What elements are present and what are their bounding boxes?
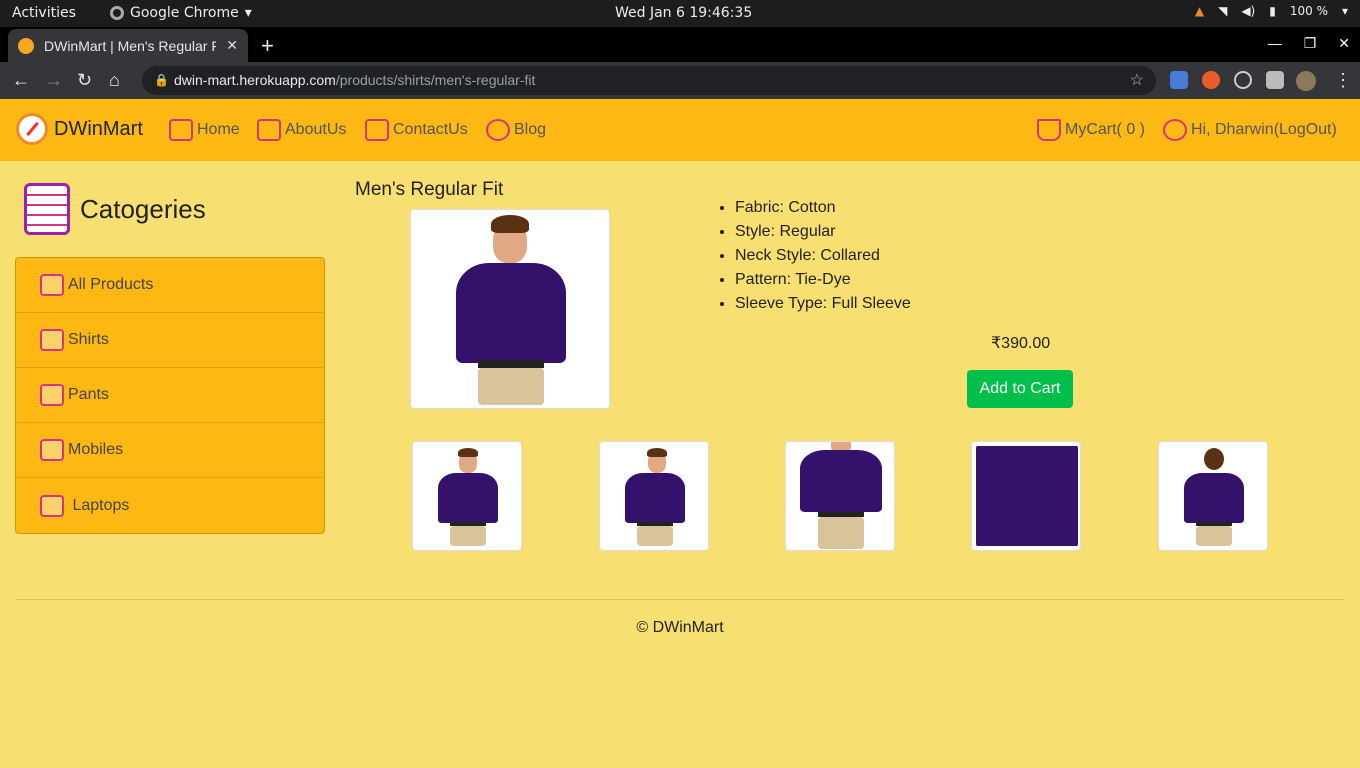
app-menu[interactable]: Google Chrome ▾ — [110, 5, 252, 21]
nav-home[interactable]: Home — [169, 119, 240, 141]
category-mobiles[interactable]: Mobiles — [16, 423, 324, 478]
close-tab-icon[interactable]: ✕ — [226, 37, 238, 54]
battery-level: 100 % — [1289, 4, 1328, 18]
product-thumbnail[interactable] — [412, 441, 522, 551]
puzzle-extensions-icon[interactable] — [1266, 71, 1284, 89]
list-icon — [40, 274, 64, 296]
feature-item: Sleeve Type: Full Sleeve — [735, 292, 911, 316]
extension-icon[interactable] — [1202, 71, 1220, 89]
menu-kebab-icon[interactable]: ⋮ — [1334, 70, 1352, 91]
caret-down-icon: ▾ — [244, 5, 252, 21]
address-bar[interactable]: 🔒 dwin-mart.herokuapp.com/products/shirt… — [142, 66, 1156, 95]
product-thumbnail[interactable] — [599, 441, 709, 551]
product-thumbnail[interactable] — [971, 441, 1081, 551]
forward-icon[interactable]: → — [45, 70, 63, 91]
category-all-products[interactable]: All Products — [16, 258, 324, 313]
nav-user-label: Hi, Dharwin(LogOut) — [1191, 121, 1337, 138]
window-controls: — ❐ ✕ — [1268, 35, 1350, 52]
compass-logo-icon — [16, 113, 48, 145]
category-label: Laptops — [68, 496, 130, 514]
nav-contact[interactable]: ContactUs — [365, 119, 468, 141]
new-tab-icon[interactable]: + — [261, 33, 274, 59]
product-thumbnail[interactable] — [785, 441, 895, 551]
categories-heading: Catogeries — [24, 183, 206, 235]
shirt-model-illustration — [446, 215, 576, 405]
back-icon[interactable]: ← — [12, 70, 30, 91]
nav-blog[interactable]: Blog — [486, 119, 546, 141]
product-main-image — [410, 209, 610, 409]
vlc-icon[interactable]: ▲ — [1195, 4, 1204, 18]
profile-avatar[interactable] — [1296, 71, 1316, 91]
blog-icon — [486, 119, 510, 141]
reload-icon[interactable]: ↻ — [77, 70, 92, 91]
box-icon — [40, 384, 64, 406]
categories-list: All Products Shirts Pants Mobiles Laptop… — [15, 257, 325, 534]
activities-button[interactable]: Activities — [12, 5, 76, 21]
category-laptops[interactable]: Laptops — [16, 478, 324, 533]
brand-name: DWinMart — [54, 117, 143, 140]
category-label: Pants — [68, 386, 109, 403]
feature-item: Neck Style: Collared — [735, 244, 911, 268]
nav-cart[interactable]: MyCart( 0 ) — [1037, 119, 1145, 141]
product-title: Men's Regular Fit — [355, 179, 504, 200]
product-features: Fabric: Cotton Style: Regular Neck Style… — [735, 196, 911, 316]
site-navbar: DWinMart Home AboutUs ContactUs Blog MyC… — [0, 99, 1360, 161]
battery-icon: ▮ — [1269, 4, 1276, 18]
footer-copyright: © DWinMart — [636, 619, 724, 636]
nav-contact-label: ContactUs — [393, 121, 468, 138]
chrome-icon — [110, 6, 124, 20]
add-to-cart-button[interactable]: Add to Cart — [967, 370, 1073, 408]
app-name: Google Chrome — [130, 5, 239, 21]
category-pants[interactable]: Pants — [16, 368, 324, 423]
system-tray[interactable]: ▲ ◥ ◀) ▮ 100 % ▾ — [1195, 4, 1348, 18]
url-host: dwin-mart.herokuapp.com — [174, 72, 336, 88]
nav-blog-label: Blog — [514, 121, 547, 138]
bookmark-star-icon[interactable]: ☆ — [1130, 66, 1144, 95]
translate-extension-icon[interactable] — [1170, 71, 1188, 89]
browser-toolbar: ← → ↻ ⌂ 🔒 dwin-mart.herokuapp.com/produc… — [0, 62, 1360, 99]
brand[interactable]: DWinMart — [16, 113, 143, 145]
caret-down-icon: ▾ — [1341, 4, 1348, 18]
nav-home-label: Home — [197, 121, 240, 138]
server-rack-icon — [24, 183, 70, 235]
box-icon — [40, 494, 64, 517]
info-board-icon — [257, 119, 281, 141]
tab-title: DWinMart | Men's Regular Fit — [44, 37, 217, 54]
feature-item: Pattern: Tie-Dye — [735, 268, 911, 292]
categories-title: Catogeries — [80, 193, 206, 224]
product-price: ₹390.00 — [991, 335, 1051, 352]
lock-icon[interactable]: 🔒 — [154, 66, 169, 95]
wifi-icon: ◥ — [1218, 4, 1228, 18]
tab-strip: DWinMart | Men's Regular Fit ✕ + — ❐ ✕ — [0, 27, 1360, 62]
nav-about[interactable]: AboutUs — [257, 119, 346, 141]
feature-item: Fabric: Cotton — [735, 196, 911, 220]
nav-user[interactable]: Hi, Dharwin(LogOut) — [1163, 119, 1337, 141]
product-thumbnail[interactable] — [1158, 441, 1268, 551]
category-shirts[interactable]: Shirts — [16, 313, 324, 368]
box-icon — [40, 329, 64, 351]
browser-tab[interactable]: DWinMart | Men's Regular Fit ✕ — [8, 29, 248, 62]
nav-about-label: AboutUs — [285, 121, 347, 138]
nav-cart-label: MyCart( 0 ) — [1065, 121, 1145, 138]
contact-card-icon — [365, 119, 389, 141]
box-icon — [40, 439, 64, 461]
restore-icon[interactable]: ❐ — [1304, 35, 1317, 52]
feature-item: Style: Regular — [735, 220, 911, 244]
url-path: /products/shirts/men's-regular-fit — [335, 72, 536, 88]
logout-icon — [1163, 119, 1187, 141]
react-devtools-icon[interactable] — [1234, 71, 1252, 89]
close-window-icon[interactable]: ✕ — [1338, 35, 1350, 52]
category-label: Shirts — [68, 331, 109, 348]
home-icon[interactable]: ⌂ — [109, 70, 120, 91]
category-label: All Products — [68, 276, 154, 293]
category-label: Mobiles — [68, 441, 124, 458]
clock[interactable]: Wed Jan 6 19:46:35 — [615, 5, 752, 21]
cart-icon — [1037, 119, 1061, 141]
os-top-bar: Activities Google Chrome ▾ Wed Jan 6 19:… — [0, 0, 1360, 27]
footer-divider — [15, 599, 1345, 600]
store-icon — [169, 119, 193, 141]
minimize-icon[interactable]: — — [1268, 35, 1282, 52]
volume-icon: ◀) — [1241, 4, 1256, 18]
favicon-icon — [18, 37, 34, 54]
